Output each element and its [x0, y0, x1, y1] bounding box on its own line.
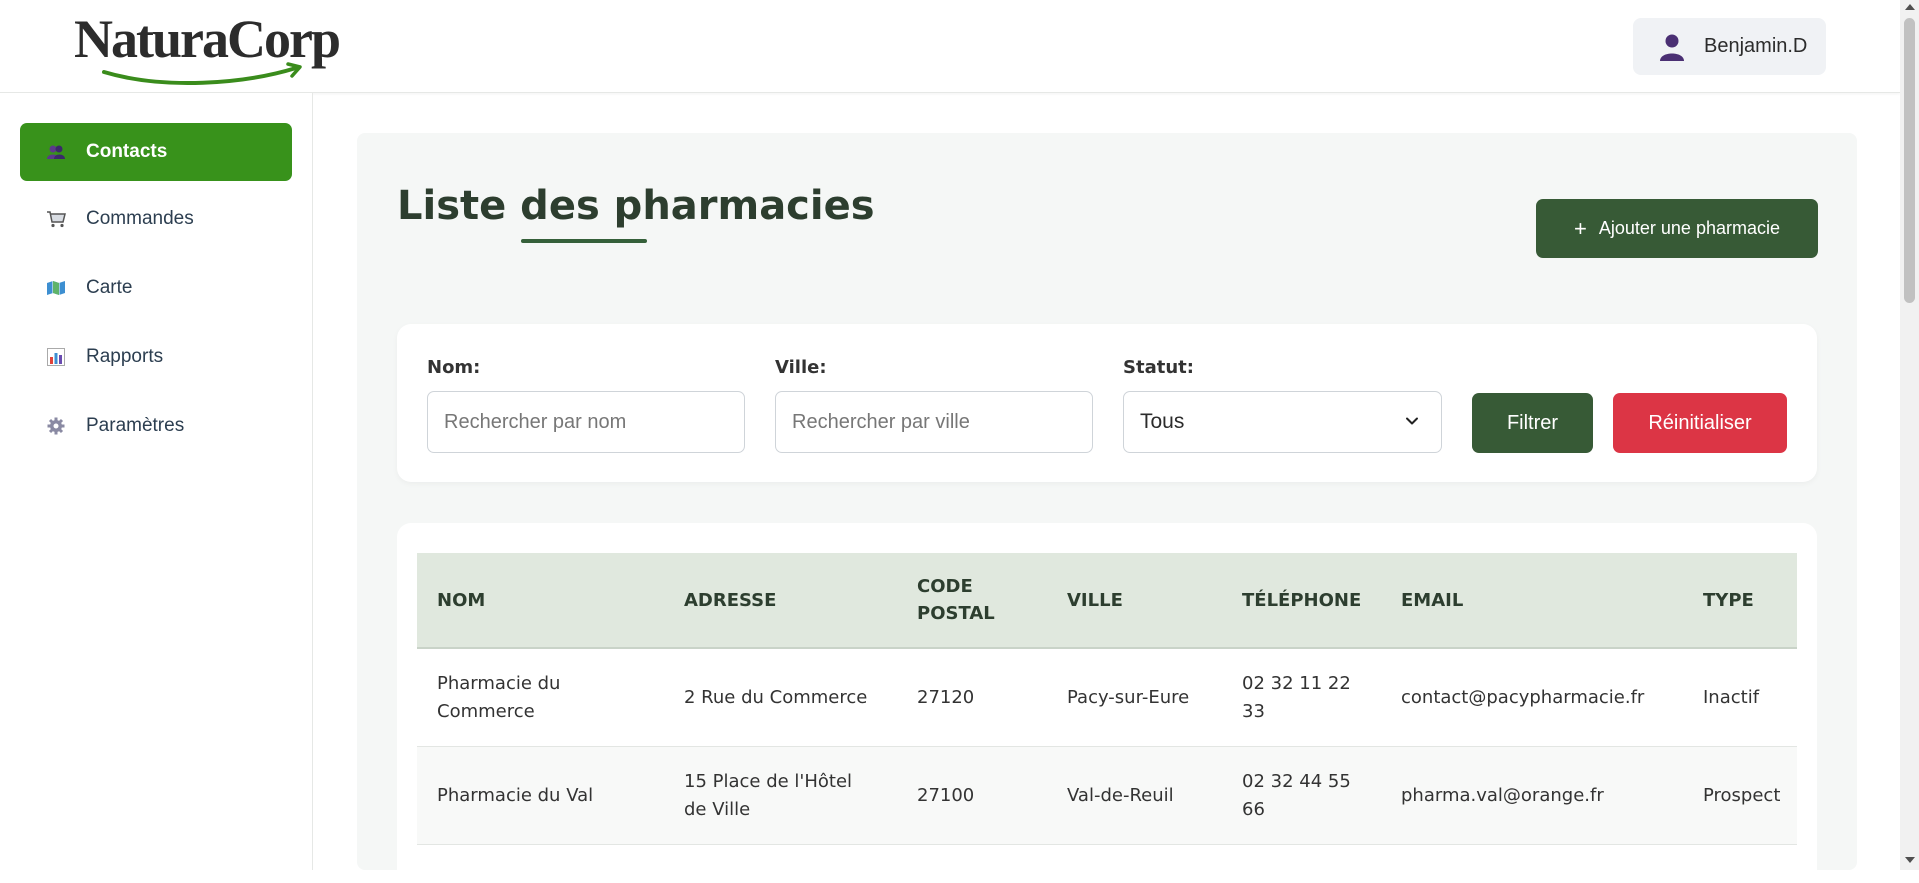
cell-type: Prospect: [1683, 746, 1797, 845]
plus-icon: +: [1574, 215, 1587, 241]
sidebar-item-rapports[interactable]: Rapports: [20, 328, 292, 386]
table-row[interactable]: Pharmacie du Val 15 Place de l'Hôtel de …: [417, 746, 1797, 845]
cell-ville: Pacy-sur-Eure: [1047, 648, 1222, 747]
scroll-up-arrow-icon[interactable]: [1905, 4, 1915, 10]
cell-code-postal: 27120: [897, 648, 1047, 747]
column-header-code-postal[interactable]: CODE POSTAL: [897, 553, 1047, 649]
cell-telephone: 02 32 44 55 66: [1222, 746, 1381, 845]
chevron-down-icon: [1406, 417, 1418, 425]
status-select[interactable]: Tous: [1123, 391, 1442, 453]
scrollbar-thumb[interactable]: [1904, 18, 1915, 303]
filter-button[interactable]: Filtrer: [1472, 393, 1593, 453]
scroll-down-arrow-icon[interactable]: [1905, 857, 1915, 863]
user-menu-button[interactable]: Benjamin.D: [1633, 18, 1826, 75]
column-header-email[interactable]: EMAIL: [1381, 553, 1683, 649]
sidebar-item-label: Contacts: [86, 141, 168, 162]
reset-button[interactable]: Réinitialiser: [1613, 393, 1787, 453]
add-pharmacy-button[interactable]: + Ajouter une pharmacie: [1536, 199, 1818, 258]
name-filter-label: Nom:: [427, 357, 481, 378]
sidebar-item-contacts[interactable]: Contacts: [20, 123, 292, 181]
cell-email: contact@pacypharmacie.fr: [1381, 648, 1683, 747]
page-scrollbar[interactable]: [1900, 0, 1919, 870]
user-icon: [1660, 34, 1684, 61]
add-pharmacy-label: Ajouter une pharmacie: [1598, 218, 1780, 238]
cart-icon: [46, 209, 66, 229]
status-select-value: Tous: [1140, 410, 1185, 433]
user-name: Benjamin.D: [1704, 35, 1808, 57]
table-header-row: NOM ADRESSE CODE POSTAL VILLE TÉLÉPHONE …: [417, 553, 1797, 649]
sidebar-item-carte[interactable]: Carte: [20, 259, 292, 317]
cell-nom: Pharmacie du Commerce: [417, 648, 664, 747]
sidebar-item-label: Paramètres: [86, 415, 185, 436]
sidebar-item-label: Rapports: [86, 346, 164, 367]
cell-email: pharma.val@orange.fr: [1381, 746, 1683, 845]
sidebar-item-parametres[interactable]: Paramètres: [20, 397, 292, 455]
logo-swoosh-icon: [102, 62, 302, 85]
gear-icon: [46, 416, 66, 436]
city-search-input[interactable]: [775, 391, 1093, 453]
users-icon: [46, 142, 66, 162]
title-underline: [521, 239, 647, 243]
name-search-input[interactable]: [427, 391, 745, 453]
sidebar-item-commandes[interactable]: Commandes: [20, 190, 292, 248]
table-row[interactable]: Pharmacie du Commerce 2 Rue du Commerce …: [417, 648, 1797, 747]
brand-logo[interactable]: NaturaCorp: [74, 10, 341, 85]
column-header-nom[interactable]: NOM: [417, 553, 664, 649]
pharmacies-table: NOM ADRESSE CODE POSTAL VILLE TÉLÉPHONE …: [417, 553, 1797, 845]
cell-type: Inactif: [1683, 648, 1797, 747]
cell-adresse: 2 Rue du Commerce: [664, 648, 897, 747]
cell-nom: Pharmacie du Val: [417, 746, 664, 845]
cell-telephone: 02 32 11 22 33: [1222, 648, 1381, 747]
sidebar: Contacts Commandes Carte Rapports Paramè…: [0, 93, 313, 870]
cell-ville: Val-de-Reuil: [1047, 746, 1222, 845]
bar-chart-icon: [46, 347, 66, 367]
column-header-adresse[interactable]: ADRESSE: [664, 553, 897, 649]
cell-code-postal: 27100: [897, 746, 1047, 845]
column-header-telephone[interactable]: TÉLÉPHONE: [1222, 553, 1381, 649]
city-filter-label: Ville:: [775, 357, 827, 378]
map-icon: [46, 278, 66, 298]
page-title: Liste des pharmacies: [397, 183, 875, 229]
sidebar-item-label: Carte: [86, 277, 133, 298]
sidebar-item-label: Commandes: [86, 208, 194, 229]
status-filter-label: Statut:: [1123, 357, 1194, 378]
column-header-type[interactable]: TYPE: [1683, 553, 1797, 649]
cell-adresse: 15 Place de l'Hôtel de Ville: [664, 746, 897, 845]
column-header-ville[interactable]: VILLE: [1047, 553, 1222, 649]
top-bar: NaturaCorp Benjamin.D: [0, 0, 1900, 93]
